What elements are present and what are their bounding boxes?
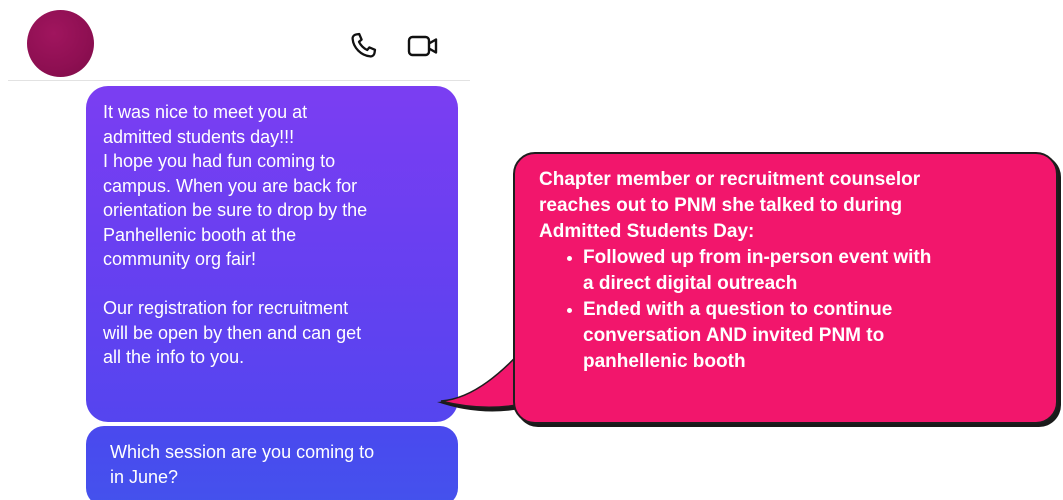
message-bubble[interactable]: Which session are you coming to in June? bbox=[86, 426, 458, 500]
message-line: It was nice to meet you at bbox=[103, 102, 308, 122]
annotation-callout: Chapter member or recruitment counselor … bbox=[513, 152, 1058, 424]
callout-bullet-line: panhellenic booth bbox=[583, 351, 746, 372]
avatar[interactable] bbox=[27, 10, 94, 77]
call-button[interactable] bbox=[345, 28, 381, 64]
callout-bullet-line: a direct digital outreach bbox=[583, 273, 798, 294]
message-line: Panhellenic booth at the bbox=[103, 224, 297, 245]
header-divider bbox=[8, 80, 470, 81]
phone-icon bbox=[351, 32, 377, 58]
callout-bullet-line: conversation AND invited PNM to bbox=[583, 325, 885, 346]
message-line: admitted students day!!! bbox=[103, 126, 295, 147]
message-line: orientation be sure to drop by the bbox=[103, 200, 368, 220]
callout-text: reaches out to PNM she talked to during bbox=[539, 195, 903, 216]
callout-bullet-line: Ended with a question to continue bbox=[583, 299, 893, 320]
callout-bullet: Ended with a question to continue conver… bbox=[567, 297, 1042, 375]
message-line: community org fair! bbox=[103, 249, 257, 269]
callout-text: Chapter member or recruitment counselor bbox=[539, 169, 921, 190]
callout-bullet: Followed up from in-person event with a … bbox=[567, 245, 1042, 297]
callout-text: Admitted Students Day: bbox=[539, 221, 755, 242]
message-line: in June? bbox=[110, 466, 179, 487]
message-line: all the info to you. bbox=[103, 347, 245, 367]
callout-bullet-list: Followed up from in-person event with a … bbox=[539, 245, 1042, 375]
message-line: Which session are you coming to bbox=[110, 442, 375, 462]
chat-screen: It was nice to meet you at admitted stud… bbox=[0, 0, 1063, 500]
video-call-button[interactable] bbox=[405, 28, 441, 64]
message-line: campus. When you are back for bbox=[103, 175, 358, 196]
video-camera-icon bbox=[407, 35, 438, 57]
callout-bullet-line: Followed up from in-person event with bbox=[583, 247, 932, 268]
message-bubble[interactable]: It was nice to meet you at admitted stud… bbox=[86, 86, 458, 422]
message-line: I hope you had fun coming to bbox=[103, 151, 336, 171]
message-line: Our registration for recruitment bbox=[103, 298, 349, 318]
message-line: will be open by then and can get bbox=[103, 322, 362, 343]
